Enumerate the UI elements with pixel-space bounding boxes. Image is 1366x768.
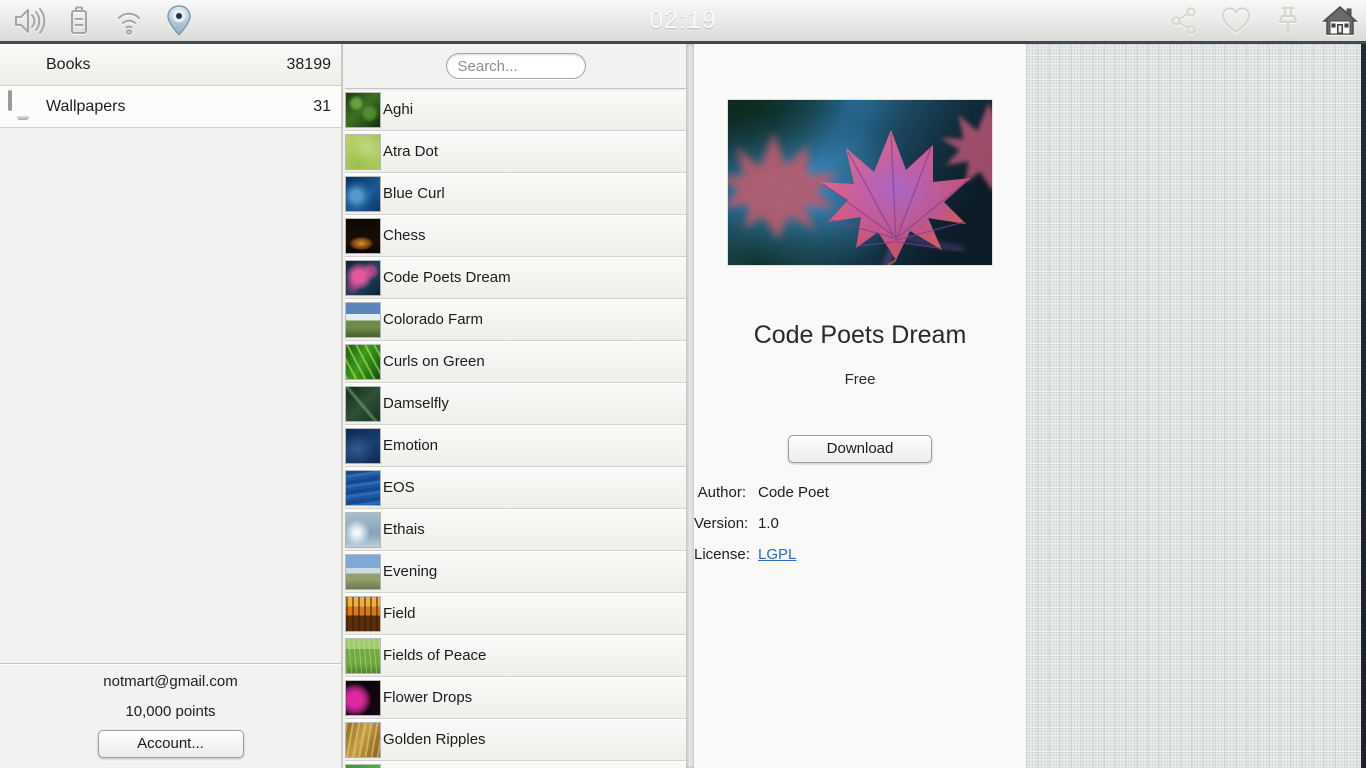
list-item[interactable]: Colorado Farm — [345, 299, 686, 341]
screen: 02:19 — [0, 0, 1366, 768]
wallpaper-name: Fields of Peace — [383, 647, 486, 664]
account-section: notmart@gmail.com 10,000 points Account.… — [0, 663, 341, 768]
wallpaper-thumbnail — [346, 513, 380, 547]
license-label: License: — [694, 546, 746, 563]
wallpaper-thumbnail — [346, 681, 380, 715]
account-points: 10,000 points — [0, 703, 341, 720]
category-label: Books — [46, 56, 287, 74]
battery-icon[interactable] — [60, 2, 97, 39]
wallpaper-thumbnail — [346, 135, 380, 169]
wallpaper-thumbnail — [346, 261, 380, 295]
wallpaper-name: Atra Dot — [383, 143, 438, 160]
category-count: 38199 — [287, 56, 332, 74]
home-icon[interactable] — [1321, 2, 1358, 39]
wallpaper-name: Blue Curl — [383, 185, 445, 202]
wallpaper-name: Emotion — [383, 437, 438, 454]
pin-icon[interactable] — [1269, 2, 1306, 39]
sidebar-item-books[interactable]: Books 38199 — [0, 44, 341, 86]
wallpaper-name: Golden Ripples — [383, 731, 486, 748]
wallpaper-thumbnail — [346, 555, 380, 589]
wallpaper-name: Ethais — [383, 521, 425, 538]
status-icons — [0, 2, 197, 39]
wallpaper-thumbnail — [346, 345, 380, 379]
wallpaper-preview-image — [728, 100, 992, 265]
wallpaper-name: Code Poets Dream — [383, 269, 511, 286]
license-field: License: LGPL — [694, 546, 1026, 563]
list-item[interactable]: Flower Drops — [345, 677, 686, 719]
version-label: Version: — [694, 515, 746, 532]
wallpaper-list: Aghi Atra Dot Blue Curl Chess Code Poets… — [345, 89, 686, 768]
monitor-icon — [8, 90, 38, 123]
wallpaper-name: Aghi — [383, 101, 413, 118]
wallpaper-list-panel: Aghi Atra Dot Blue Curl Chess Code Poets… — [345, 44, 686, 768]
wallpaper-thumbnail — [346, 429, 380, 463]
list-item[interactable]: Blue Curl — [345, 173, 686, 215]
category-label: Wallpapers — [46, 98, 313, 116]
wallpaper-thumbnail — [346, 93, 380, 127]
volume-icon[interactable] — [10, 2, 47, 39]
detail-title: Code Poets Dream — [694, 321, 1026, 350]
wallpaper-thumbnail — [346, 639, 380, 673]
list-item[interactable]: Evening — [345, 551, 686, 593]
version-field: Version: 1.0 — [694, 515, 1026, 532]
search-input[interactable] — [446, 53, 586, 79]
top-panel: 02:19 — [0, 0, 1366, 44]
sidebar: Books 38199 Wallpapers 31 notmart@gmail.… — [0, 44, 343, 768]
detail-fields: Author: Code Poet Version: 1.0 License: … — [694, 484, 1026, 563]
wallpaper-thumbnail — [346, 387, 380, 421]
wallpaper-name: Damselfly — [383, 395, 449, 412]
list-item[interactable]: EOS — [345, 467, 686, 509]
location-icon[interactable] — [160, 2, 197, 39]
list-item[interactable]: Atra Dot — [345, 131, 686, 173]
list-header — [345, 44, 686, 89]
list-item[interactable]: Ethais — [345, 509, 686, 551]
list-item[interactable]: Field — [345, 593, 686, 635]
wallpaper-thumbnail — [346, 471, 380, 505]
version-value: 1.0 — [758, 515, 779, 532]
sidebar-item-wallpapers[interactable]: Wallpapers 31 — [0, 86, 341, 128]
list-item[interactable]: Emotion — [345, 425, 686, 467]
list-item[interactable]: Fields of Peace — [345, 635, 686, 677]
detail-price: Free — [694, 371, 1026, 388]
detail-panel: Code Poets Dream Free Download Author: C… — [694, 44, 1026, 768]
license-link[interactable]: LGPL — [758, 546, 796, 563]
panel-divider — [686, 44, 694, 768]
download-button[interactable]: Download — [788, 435, 932, 463]
wallpaper-name: Flower Drops — [383, 689, 472, 706]
list-item[interactable]: Damselfly — [345, 383, 686, 425]
list-item[interactable]: Curls on Green — [345, 341, 686, 383]
account-email: notmart@gmail.com — [0, 673, 341, 690]
author-value: Code Poet — [758, 484, 829, 501]
book-icon — [8, 48, 38, 81]
list-item[interactable]: Aghi — [345, 89, 686, 131]
clock: 02:19 — [0, 0, 1366, 41]
wallpaper-name: Curls on Green — [383, 353, 485, 370]
wallpaper-thumbnail — [346, 219, 380, 253]
share-icon[interactable] — [1165, 2, 1202, 39]
account-button[interactable]: Account... — [98, 730, 244, 758]
wallpaper-name: Chess — [383, 227, 426, 244]
author-field: Author: Code Poet — [694, 484, 1026, 501]
list-item[interactable]: Chess — [345, 215, 686, 257]
author-label: Author: — [694, 484, 746, 501]
list-item[interactable]: Golden Ripples — [345, 719, 686, 761]
wallpaper-name: Evening — [383, 563, 437, 580]
list-item[interactable]: Code Poets Dream — [345, 257, 686, 299]
wallpaper-thumbnail — [346, 765, 380, 768]
category-count: 31 — [313, 98, 331, 116]
desktop-background — [1026, 44, 1361, 768]
list-item[interactable] — [345, 761, 686, 768]
wallpaper-thumbnail — [346, 723, 380, 757]
wallpaper-name: EOS — [383, 479, 415, 496]
heart-icon[interactable] — [1217, 2, 1254, 39]
wallpaper-thumbnail — [346, 177, 380, 211]
screen-edge — [1361, 44, 1366, 768]
wallpaper-name: Field — [383, 605, 416, 622]
action-icons — [1165, 0, 1358, 41]
wifi-icon[interactable] — [110, 2, 147, 39]
wallpaper-thumbnail — [346, 597, 380, 631]
wallpaper-name: Colorado Farm — [383, 311, 483, 328]
wallpaper-thumbnail — [346, 303, 380, 337]
